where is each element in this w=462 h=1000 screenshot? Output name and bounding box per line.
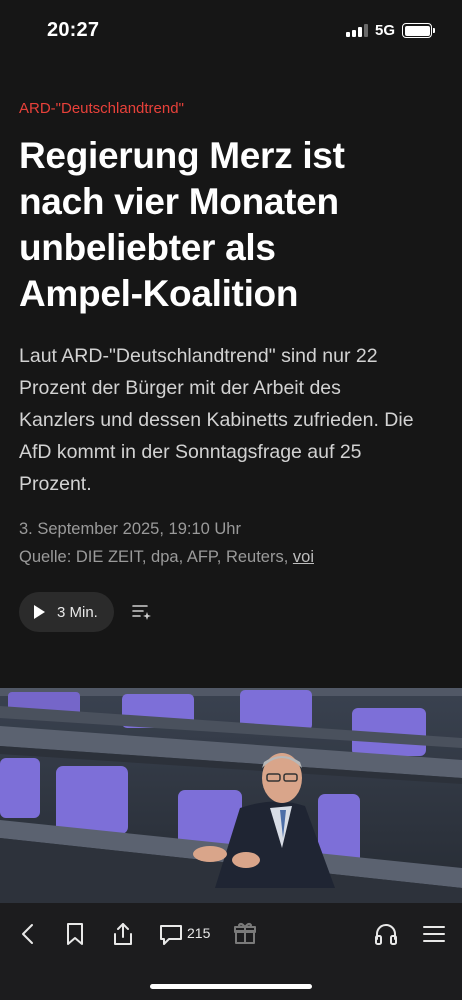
status-time: 20:27 (47, 19, 100, 41)
lede-line: Prozent der Bürger mit der Arbeit des (19, 377, 341, 399)
lede-line: Laut ARD-"Deutschlandtrend" sind nur 22 (19, 345, 378, 367)
photo-illustration (0, 688, 462, 903)
lede-line: Kanzlers und dessen Kabinetts zufrieden.… (19, 409, 414, 431)
status-bar: 20:27 5G (0, 0, 462, 62)
audio-play-button[interactable]: 3 Min. (19, 592, 114, 632)
headline-line: unbeliebter als (19, 227, 276, 268)
lede-line: AfD kommt in der Sonntagsfrage auf 25 (19, 441, 362, 463)
headline-line: nach vier Monaten (19, 181, 339, 222)
share-icon[interactable] (109, 920, 137, 948)
headline-line: Regierung Merz ist (19, 135, 345, 176)
article-source: Quelle: DIE ZEIT, dpa, AFP, Reuters, voi (19, 548, 314, 567)
comment-count[interactable]: 215 (187, 925, 210, 941)
lede-line: Prozent. (19, 473, 92, 495)
back-icon[interactable] (14, 920, 42, 948)
bookmark-icon[interactable] (61, 920, 89, 948)
battery-icon (402, 23, 435, 38)
source-text: Quelle: DIE ZEIT, dpa, AFP, Reuters, (19, 548, 293, 566)
network-label: 5G (374, 22, 395, 39)
play-icon (34, 605, 45, 619)
home-indicator[interactable] (150, 984, 312, 989)
headphones-icon[interactable] (372, 920, 400, 948)
menu-icon[interactable] (420, 920, 448, 948)
gift-icon[interactable] (231, 920, 259, 948)
status-indicators: 5G (345, 22, 435, 39)
comment-icon[interactable] (157, 920, 185, 948)
source-link[interactable]: voi (293, 548, 314, 566)
article-lede: Laut ARD-"Deutschlandtrend" sind nur 22 … (19, 340, 444, 500)
summary-sparkle-icon[interactable] (131, 602, 153, 622)
headline-line: Ampel-Koalition (19, 273, 299, 314)
article-dateline: 3. September 2025, 19:10 Uhr (19, 520, 241, 538)
audio-duration: 3 Min. (57, 603, 98, 621)
signal-icon (345, 24, 368, 37)
article-photo (0, 688, 462, 903)
article-headline: Regierung Merz ist nach vier Monaten unb… (19, 133, 444, 317)
article-kicker: ARD-"Deutschlandtrend" (19, 100, 184, 117)
